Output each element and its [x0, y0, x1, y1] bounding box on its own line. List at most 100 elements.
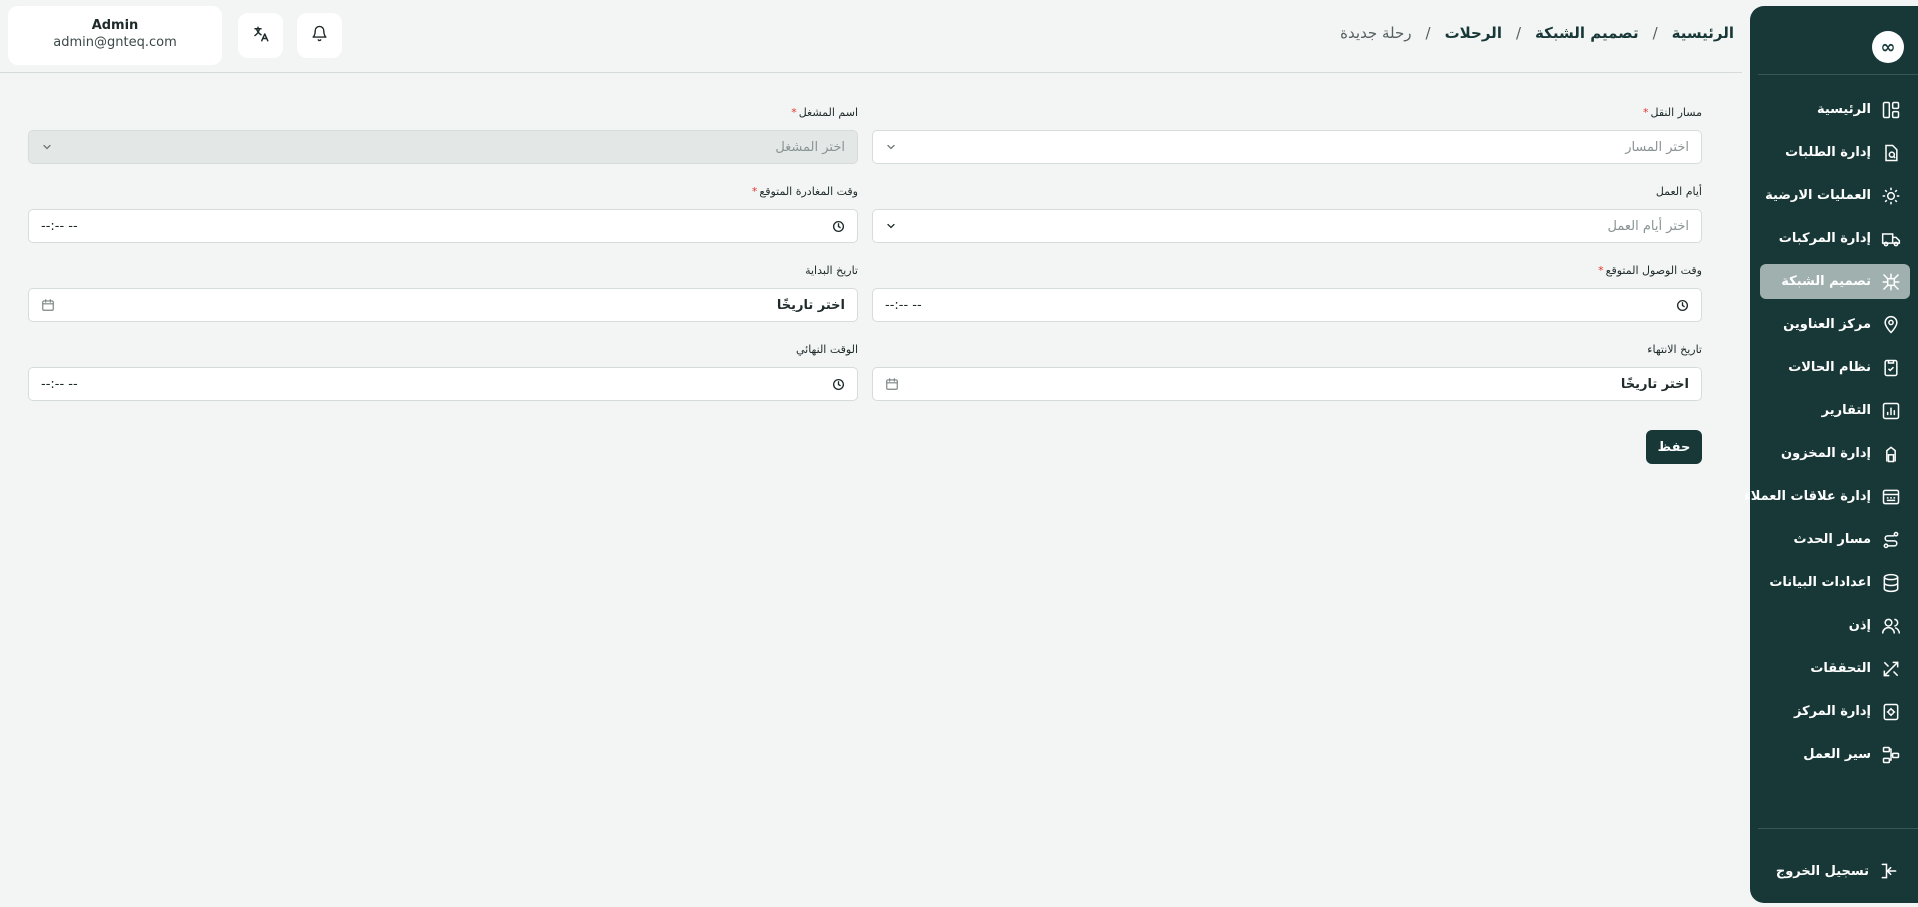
sidebar-item-label: مركز العناوين [1783, 317, 1871, 332]
sidebar-item-label: إدارة المركز [1793, 704, 1871, 719]
route-placeholder: اختر المسار [1625, 139, 1689, 155]
sidebar-item-home[interactable]: الرئيسية [1760, 92, 1910, 127]
sidebar-item-reports[interactable]: التقارير [1760, 393, 1910, 428]
network-icon [1880, 271, 1902, 293]
sidebar-nav: الرئيسية إدارة الطلبات العمليات الارضية … [1744, 92, 1918, 780]
sidebar-item-workflow[interactable]: سير العمل [1760, 737, 1910, 772]
logout-button[interactable]: تسجيل الخروج [1760, 853, 1908, 889]
sidebar-item-label: اعدادات البيانات [1769, 575, 1871, 590]
truck-icon [1880, 228, 1902, 250]
breadcrumb-new-trip: رحلة جديدة [1340, 24, 1412, 42]
clock-icon[interactable] [832, 220, 845, 233]
sidebar-item-address-center[interactable]: مركز العناوين [1760, 307, 1910, 342]
user-name: Admin [91, 18, 139, 33]
required-asterisk: * [1598, 264, 1604, 277]
sidebar-item-label: التقارير [1821, 403, 1871, 418]
top-header: Admin admin@gnteq.com الرئيسية / تصميم ا… [0, 0, 1742, 73]
departure-time-label: وقت المغادرة المتوقع [759, 185, 858, 198]
end-date-field: تاريخ الانتهاء اختر تاريخًا [872, 341, 1702, 401]
sidebar-item-orders[interactable]: إدارة الطلبات [1760, 135, 1910, 170]
chevron-down-icon [885, 220, 897, 232]
required-asterisk: * [791, 106, 797, 119]
required-asterisk: * [751, 185, 758, 198]
sidebar-item-status-system[interactable]: نظام الحالات [1760, 350, 1910, 385]
breadcrumb-network-design[interactable]: تصميم الشبكة [1535, 24, 1639, 42]
work-days-placeholder: اختر أيام العمل [1607, 218, 1689, 234]
user-profile-card[interactable]: Admin admin@gnteq.com [8, 6, 222, 65]
operator-select[interactable]: اختر المشغل [28, 130, 858, 164]
end-date-label: تاريخ الانتهاء [1647, 343, 1702, 356]
sidebar-item-label: إذن [1848, 618, 1871, 633]
breadcrumb-separator: / [1515, 24, 1522, 42]
sidebar-item-vehicles[interactable]: إدارة المركبات [1760, 221, 1910, 256]
clock-icon[interactable] [832, 378, 845, 391]
chevron-down-icon [885, 141, 897, 153]
status-icon [1880, 357, 1902, 379]
crm-icon [1880, 486, 1902, 508]
start-date-label: تاريخ البداية [805, 264, 858, 277]
chevron-down-icon [41, 141, 53, 153]
end-time-value: --:-- -- [41, 376, 78, 392]
sidebar-item-validations[interactable]: التحققات [1760, 651, 1910, 686]
required-asterisk: * [1643, 106, 1649, 119]
language-button[interactable] [238, 13, 283, 58]
app-logo[interactable]: ∞ [1872, 31, 1904, 63]
departure-time-field: وقت المغادرة المتوقع* --:-- -- [28, 183, 858, 243]
sidebar: ∞ الرئيسية إدارة الطلبات العمليات الارضي… [1744, 6, 1918, 903]
sidebar-item-label: إدارة المركبات [1778, 231, 1871, 246]
departure-time-value: --:-- -- [41, 218, 78, 234]
sidebar-item-inventory[interactable]: إدارة المخزون [1760, 436, 1910, 471]
sidebar-item-label: مسار الحدث [1793, 532, 1871, 547]
database-icon [1880, 572, 1902, 594]
bell-icon [311, 25, 328, 46]
calendar-icon [41, 298, 55, 312]
end-time-field: الوقت النهائي --:-- -- [28, 341, 858, 401]
start-date-picker[interactable]: اختر تاريخًا [28, 288, 858, 322]
operator-field: اسم المشغل* اختر المشغل [28, 104, 858, 164]
workflow-icon [1880, 744, 1902, 766]
user-email: admin@gnteq.com [53, 35, 177, 50]
sidebar-item-label: نظام الحالات [1788, 360, 1871, 375]
sidebar-item-hub-management[interactable]: إدارة المركز [1760, 694, 1910, 729]
sidebar-item-ground-ops[interactable]: العمليات الارضية [1760, 178, 1910, 213]
sidebar-item-network-design[interactable]: تصميم الشبكة [1760, 264, 1910, 299]
operator-label: اسم المشغل [798, 106, 858, 119]
end-date-picker[interactable]: اختر تاريخًا [872, 367, 1702, 401]
new-trip-form: مسار النقل* اختر المسار اسم المشغل* اختر… [0, 74, 1742, 494]
sidebar-item-label: إدارة الطلبات [1785, 145, 1871, 160]
sidebar-item-event-route[interactable]: مسار الحدث [1760, 522, 1910, 557]
orders-icon [1880, 142, 1902, 164]
translate-icon [252, 25, 270, 47]
sidebar-divider [1758, 828, 1918, 829]
notifications-button[interactable] [297, 13, 342, 58]
end-date-value: اختر تاريخًا [1620, 376, 1689, 392]
hub-settings-icon [1880, 701, 1902, 723]
operator-placeholder: اختر المشغل [775, 139, 845, 155]
arrival-time-field: وقت الوصول المتوقع* --:-- -- [872, 262, 1702, 322]
dashboard-icon [1880, 99, 1902, 121]
sidebar-item-crm[interactable]: إدارة علاقات العملاء [1744, 479, 1910, 514]
sidebar-item-label: تصميم الشبكة [1781, 274, 1871, 289]
end-time-input[interactable]: --:-- -- [28, 367, 858, 401]
arrival-time-value: --:-- -- [885, 297, 922, 313]
arrival-time-input[interactable]: --:-- -- [872, 288, 1702, 322]
start-date-field: تاريخ البداية اختر تاريخًا [28, 262, 858, 322]
route-select[interactable]: اختر المسار [872, 130, 1702, 164]
logout-label: تسجيل الخروج [1775, 863, 1869, 879]
route-field: مسار النقل* اختر المسار [872, 104, 1702, 164]
breadcrumb-trips[interactable]: الرحلات [1445, 24, 1502, 42]
breadcrumb: الرئيسية / تصميم الشبكة / الرحلات / رحلة… [1340, 24, 1734, 42]
users-icon [1880, 615, 1902, 637]
save-button[interactable]: حفظ [1646, 430, 1702, 464]
breadcrumb-home[interactable]: الرئيسية [1672, 24, 1734, 42]
departure-time-input[interactable]: --:-- -- [28, 209, 858, 243]
sidebar-divider [1758, 74, 1918, 75]
route-label: مسار النقل [1650, 106, 1703, 119]
sidebar-item-permissions[interactable]: إذن [1760, 608, 1910, 643]
tools-icon [1880, 658, 1902, 680]
clock-icon[interactable] [1676, 299, 1689, 312]
work-days-select[interactable]: اختر أيام العمل [872, 209, 1702, 243]
sidebar-item-data-settings[interactable]: اعدادات البيانات [1760, 565, 1910, 600]
work-days-field: أيام العمل اختر أيام العمل [872, 183, 1702, 243]
sidebar-item-label: التحققات [1810, 661, 1871, 676]
